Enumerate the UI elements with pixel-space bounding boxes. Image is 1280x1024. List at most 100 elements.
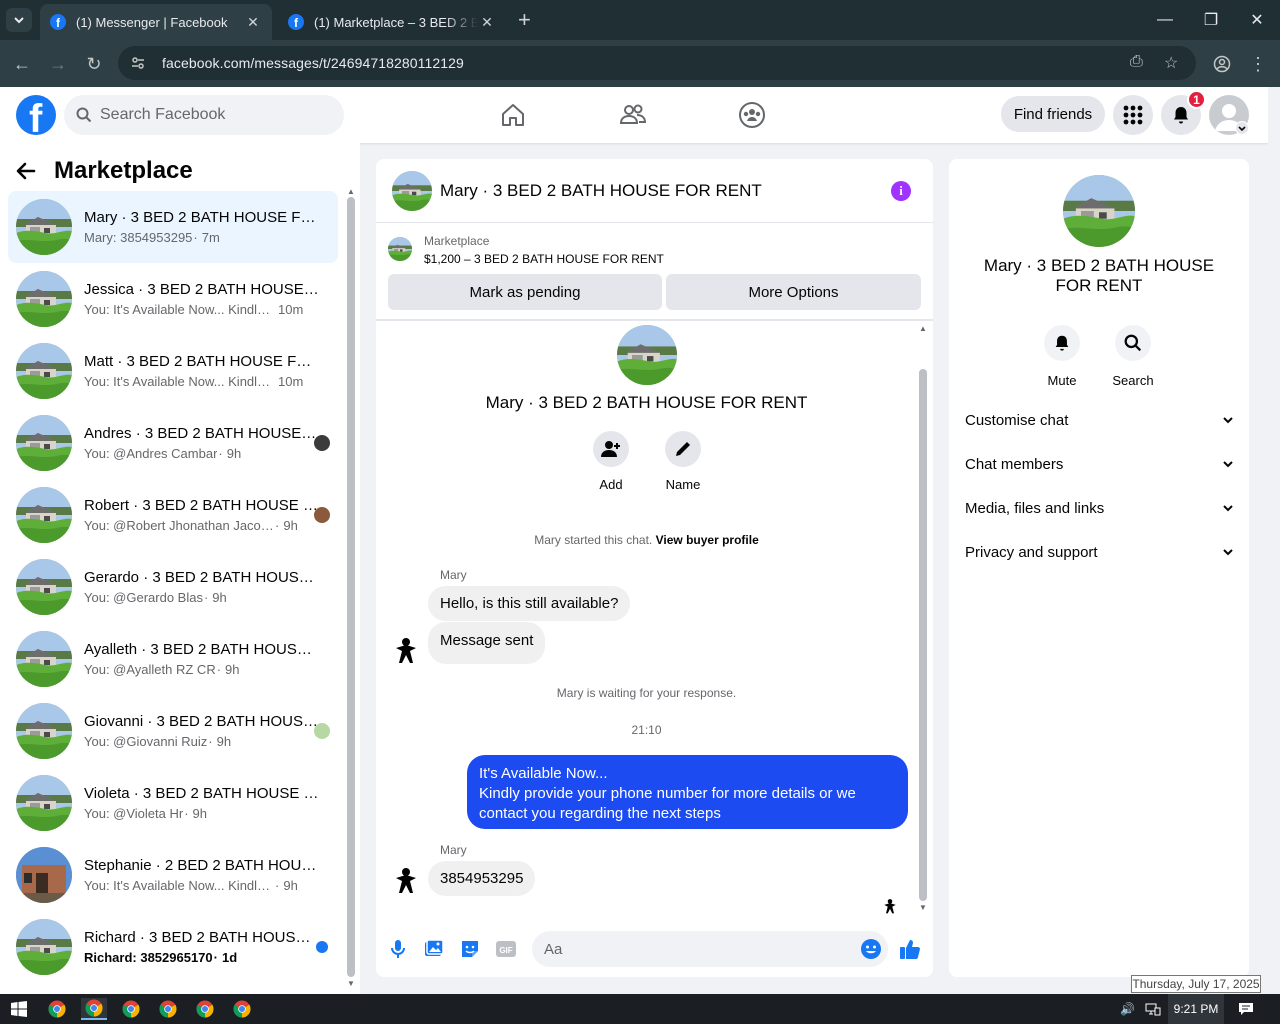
conversation-scrollbar[interactable]: [347, 197, 355, 977]
listing-thumbnail[interactable]: [388, 237, 412, 261]
conversation-item[interactable]: Richard · 3 BED 2 BATH HOUSE FOR RENT Ric…: [8, 911, 338, 983]
conversation-text: Richard · 3 BED 2 BATH HOUSE FOR RENT Ric…: [84, 929, 320, 965]
windows-start-icon[interactable]: [6, 998, 32, 1020]
scroll-down-icon[interactable]: ▼: [347, 979, 355, 988]
view-buyer-profile-link[interactable]: View buyer profile: [656, 533, 759, 547]
profile-icon[interactable]: [1208, 50, 1236, 78]
new-tab-button[interactable]: +: [518, 8, 531, 32]
message-input[interactable]: Aa: [532, 931, 888, 967]
conversation-item[interactable]: Giovanni · 3 BED 2 BATH HOUSE FOR RENT Yo…: [8, 695, 338, 767]
bookmark-star-icon[interactable]: ☆: [1164, 53, 1178, 73]
section-label: Customise chat: [965, 411, 1069, 429]
conversation-thumbnail: [16, 847, 72, 903]
preview-time: 9h: [226, 446, 242, 461]
chat-avatar[interactable]: [392, 170, 432, 211]
close-tab-icon[interactable]: ✕: [478, 14, 496, 31]
microphone-icon[interactable]: [386, 937, 410, 961]
menu-grid-button[interactable]: [1113, 95, 1153, 135]
minimize-button[interactable]: —: [1142, 0, 1188, 40]
sender-avatar-icon[interactable]: [392, 636, 420, 664]
browser-menu-icon[interactable]: ⋮: [1244, 50, 1272, 78]
back-button[interactable]: ←: [8, 50, 36, 78]
name-chat-button[interactable]: Name: [653, 431, 713, 492]
my-message-bubble[interactable]: It's Available Now... Kindly provide you…: [467, 755, 908, 829]
thread-avatar[interactable]: [617, 325, 677, 385]
details-avatar[interactable]: [1063, 175, 1135, 247]
mute-button[interactable]: Mute: [1032, 325, 1092, 388]
action-center-icon[interactable]: [1238, 994, 1254, 1024]
clock[interactable]: 9:21 PM: [1168, 994, 1224, 1024]
search-facebook-input[interactable]: Search Facebook: [64, 95, 344, 135]
media-files-links-section[interactable]: Media, files and links: [965, 496, 1235, 520]
tab-messenger[interactable]: f (1) Messenger | Facebook ✕: [40, 4, 272, 40]
chrome-taskbar-icon[interactable]: [81, 998, 107, 1020]
volume-icon[interactable]: 🔊: [1120, 994, 1135, 1024]
facebook-favicon-icon: f: [288, 14, 304, 30]
conversation-item[interactable]: Jessica · 3 BED 2 BATH HOUSE FOR RENT You…: [8, 263, 338, 335]
conversation-item[interactable]: Andres · 3 BED 2 BATH HOUSE FOR RENT You:…: [8, 407, 338, 479]
home-icon[interactable]: [493, 95, 533, 135]
conversation-item[interactable]: Mary · 3 BED 2 BATH HOUSE FOR RENT Mary: …: [8, 191, 338, 263]
message-bubble[interactable]: Hello, is this still available?: [428, 586, 631, 621]
facebook-logo[interactable]: f: [16, 95, 56, 135]
page-scrollbar[interactable]: [1268, 87, 1280, 994]
privacy-support-section[interactable]: Privacy and support: [965, 540, 1235, 564]
groups-icon[interactable]: [732, 95, 772, 135]
scroll-down-icon[interactable]: ▼: [919, 903, 927, 912]
chrome-taskbar-icon[interactable]: [155, 998, 181, 1020]
site-settings-icon[interactable]: [130, 55, 146, 71]
more-options-button[interactable]: More Options: [666, 274, 921, 310]
search-chat-button[interactable]: Search: [1103, 325, 1163, 388]
chrome-taskbar-icon[interactable]: [192, 998, 218, 1020]
conversation-item[interactable]: Stephanie · 2 BED 2 BATH HOUSE FOR RENT Y…: [8, 839, 338, 911]
gif-icon[interactable]: GIF: [494, 937, 518, 961]
forward-button[interactable]: →: [44, 50, 72, 78]
conversation-item[interactable]: Robert · 3 BED 2 BATH HOUSE FOR RENT You:…: [8, 479, 338, 551]
find-friends-button[interactable]: Find friends: [1001, 96, 1105, 132]
account-chevron-icon[interactable]: [1235, 121, 1249, 135]
tab-search-button[interactable]: [6, 8, 32, 32]
friends-icon[interactable]: [613, 95, 653, 135]
preview-time: 9h: [212, 590, 227, 605]
thread-scrollbar[interactable]: [919, 369, 927, 901]
tab-marketplace[interactable]: f (1) Marketplace – 3 BED 2 BATH HOUSE F…: [278, 4, 506, 40]
emoji-icon[interactable]: [859, 937, 883, 961]
conversation-text: Andres · 3 BED 2 BATH HOUSE FOR RENT You:…: [84, 425, 320, 461]
message-bubble[interactable]: Message sent: [428, 622, 546, 664]
close-window-button[interactable]: ✕: [1234, 0, 1280, 40]
restore-button[interactable]: ❐: [1188, 0, 1234, 40]
chat-members-section[interactable]: Chat members: [965, 452, 1235, 476]
conversation-preview: Richard: 3852965170 · 1d: [84, 950, 320, 965]
info-icon[interactable]: i: [891, 181, 911, 201]
seen-by-avatar: [314, 435, 330, 451]
customise-chat-section[interactable]: Customise chat: [965, 408, 1235, 432]
conversation-item[interactable]: Ayalleth · 3 BED 2 BATH HOUSE FOR RENT Yo…: [8, 623, 338, 695]
photo-icon[interactable]: [422, 937, 446, 961]
svg-text:GIF: GIF: [499, 946, 512, 955]
conversation-item[interactable]: Violeta · 3 BED 2 BATH HOUSE FOR RENT You…: [8, 767, 338, 839]
close-tab-icon[interactable]: ✕: [244, 14, 262, 31]
chrome-taskbar-icon[interactable]: [118, 998, 144, 1020]
add-people-button[interactable]: Add: [581, 431, 641, 492]
conversation-item[interactable]: Gerardo · 3 BED 2 BATH HOUSE FOR RENT You…: [8, 551, 338, 623]
conversation-text: Robert · 3 BED 2 BATH HOUSE FOR RENT You:…: [84, 497, 320, 533]
listing-title[interactable]: $1,200 – 3 BED 2 BATH HOUSE FOR RENT: [424, 252, 664, 266]
chevron-down-icon: [1223, 461, 1233, 468]
chrome-taskbar-icon[interactable]: [229, 998, 255, 1020]
scroll-up-icon[interactable]: ▲: [347, 187, 355, 196]
reload-button[interactable]: ↻: [80, 50, 108, 78]
address-bar[interactable]: facebook.com/messages/t/2469471828011212…: [118, 46, 1196, 80]
chrome-taskbar-icon[interactable]: [44, 998, 70, 1020]
network-icon[interactable]: [1145, 994, 1161, 1024]
install-app-icon[interactable]: ⎙: [1130, 53, 1143, 71]
mark-as-pending-button[interactable]: Mark as pending: [388, 274, 662, 310]
sticker-icon[interactable]: [458, 937, 482, 961]
chat-title[interactable]: Mary · 3 BED 2 BATH HOUSE FOR RENT: [440, 181, 762, 201]
sender-avatar-icon[interactable]: [392, 866, 420, 894]
preview-time: 9h: [283, 518, 298, 533]
message-bubble[interactable]: 3854953295: [428, 861, 536, 896]
thumbs-up-icon[interactable]: [898, 937, 922, 961]
scroll-up-icon[interactable]: ▲: [919, 324, 927, 333]
conversation-item[interactable]: Matt · 3 BED 2 BATH HOUSE FOR RENT You: I…: [8, 335, 338, 407]
back-arrow-icon[interactable]: [16, 162, 36, 180]
